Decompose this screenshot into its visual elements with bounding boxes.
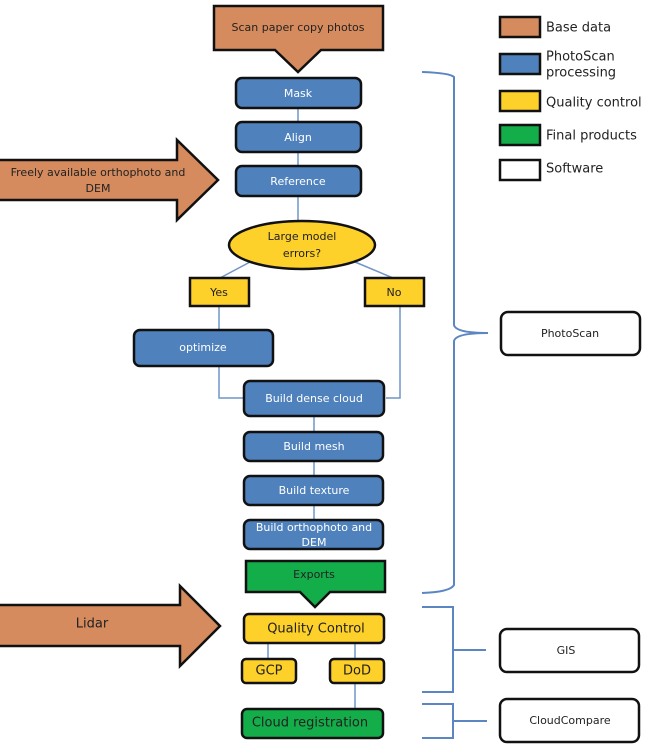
exports-label: Exports [293,568,335,581]
optimize-label: optimize [179,341,227,354]
software-photoscan: PhotoScan [499,310,642,357]
dense-cloud-label: Build dense cloud [265,392,363,405]
step-gcp: GCP [240,657,298,685]
align-label: Align [284,131,312,144]
no-label: No [387,286,402,299]
lidar-arrow-icon [0,582,222,670]
cloud-registration-label: Cloud registration [252,716,368,731]
decision-ellipse [227,219,377,271]
photoscan-software-label: PhotoScan [541,327,599,340]
legend-label-photoscan-line2: processing [546,66,616,81]
decision-label-line2: errors? [283,247,321,260]
step-ortho-dem: Build orthophoto and DEM [242,518,385,551]
right-arrow-icon [0,137,220,223]
decision-label-line1: Large model [268,230,337,243]
legend: Base data PhotoScan processing Quality c… [498,15,642,182]
legend-swatch-photoscan [498,52,542,76]
lidar-input: Lidar [0,582,222,670]
cloudcompare-brace [422,703,487,739]
photoscan-brace [421,71,489,594]
ortho-dem-step-line1: Build orthophoto and [256,521,372,534]
lidar-label: Lidar [76,617,109,632]
quality-control-label: Quality Control [267,622,365,637]
step-cloud-registration: Cloud registration [240,707,385,740]
ortho-dem-input: Freely available orthophoto and DEM [0,137,220,223]
step-mesh: Build mesh [242,430,385,463]
legend-swatch-final-products [498,123,542,147]
step-texture: Build texture [242,474,385,507]
texture-label: Build texture [279,484,350,497]
gis-software-label: GIS [557,644,576,657]
step-reference: Reference [234,164,363,198]
legend-label-photoscan-line1: PhotoScan [546,50,615,65]
legend-swatch-quality-control [498,89,542,113]
scan-photos-input: Scan paper copy photos [212,4,385,74]
step-align: Align [234,120,363,154]
dod-label: DoD [343,664,371,679]
down-arrow-icon [212,4,385,74]
ortho-dem-label-line1: Freely available orthophoto and [11,166,186,179]
workflow-diagram: Scan paper copy photos Mask Align Refere… [0,4,642,744]
legend-label-quality-control: Quality control [546,96,642,111]
branch-yes: Yes [188,276,251,308]
cloudcompare-software-label: CloudCompare [529,714,611,727]
mask-label: Mask [284,87,313,100]
reference-label: Reference [270,175,326,188]
software-cloudcompare: CloudCompare [498,697,641,744]
legend-label-base-data: Base data [546,21,611,36]
legend-label-final-products: Final products [546,129,637,144]
step-optimize: optimize [132,328,275,368]
software-gis: GIS [498,627,641,674]
step-dense-cloud: Build dense cloud [242,379,386,418]
legend-swatch-base-data [498,15,542,39]
legend-swatch-software [498,158,542,182]
connector-decision-yes [219,261,251,279]
step-exports: Exports [244,559,387,609]
ortho-dem-label-line2: DEM [86,182,111,195]
step-quality-control: Quality Control [242,612,386,645]
gcp-label: GCP [256,664,283,679]
yes-label: Yes [209,286,228,299]
mesh-label: Build mesh [283,440,344,453]
step-mask: Mask [234,76,363,110]
decision-large-model-errors: Large model errors? [227,219,377,271]
connector-optimize-dense [218,366,244,399]
ortho-dem-step-line2: DEM [302,536,327,549]
step-dod: DoD [328,657,386,685]
branch-no: No [363,276,426,308]
connector-decision-no [354,261,394,279]
connector-no-dense [386,306,401,399]
scan-photos-label: Scan paper copy photos [232,21,365,34]
gis-brace [422,606,486,693]
legend-label-software: Software [546,162,603,177]
